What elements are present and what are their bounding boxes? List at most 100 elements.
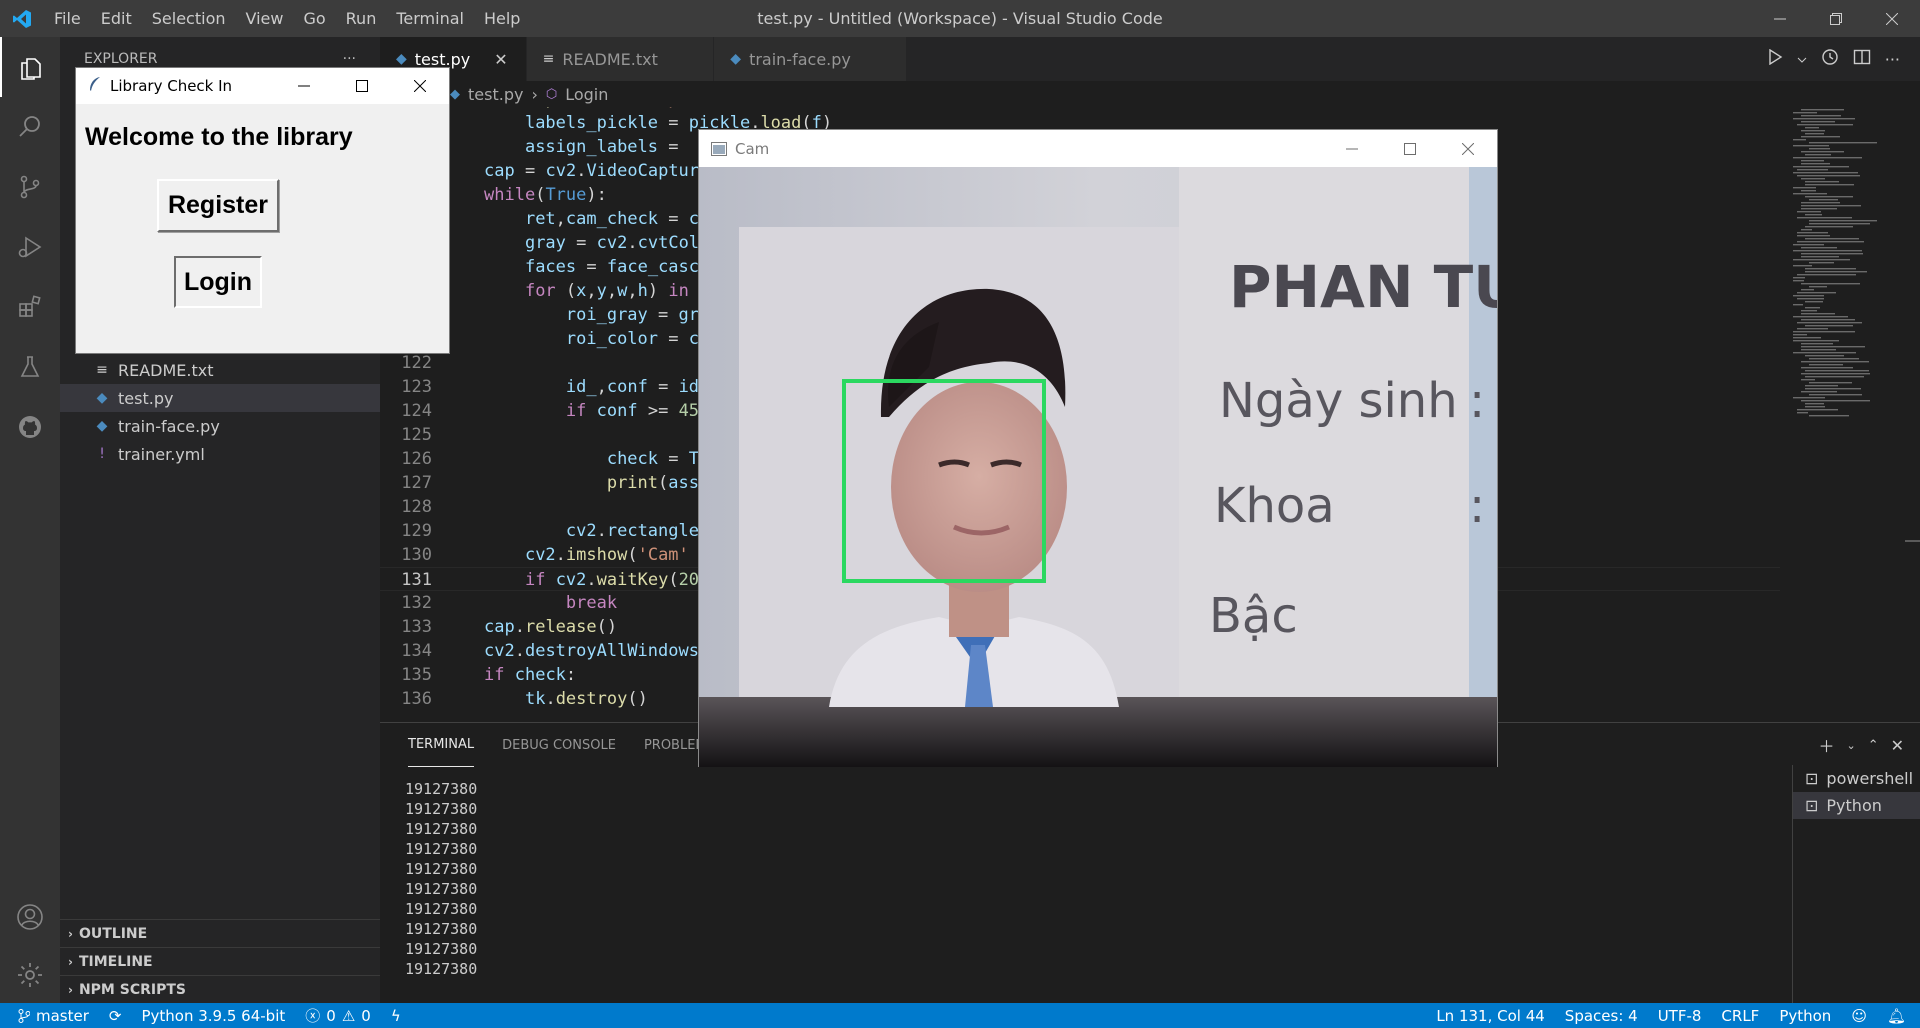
register-button[interactable]: Register [157, 179, 279, 232]
menu-item-terminal[interactable]: Terminal [386, 0, 474, 37]
tab-train-face-py[interactable]: ◆train-face.py✕ [714, 37, 908, 81]
minimize-icon[interactable] [1752, 0, 1808, 37]
terminal-name: Python [1826, 796, 1882, 815]
symbol-method-icon: ⬡ [545, 86, 558, 102]
lightning-icon[interactable]: ϟ [381, 1007, 411, 1025]
section-outline[interactable]: › OUTLINE [60, 919, 380, 947]
tab-README-txt[interactable]: ≡README.txt✕ [526, 37, 715, 81]
terminal-instance[interactable]: ⊡ Python [1793, 792, 1920, 819]
menu-item-help[interactable]: Help [474, 0, 530, 37]
code-text: with open('labels.pickle','rb') as f: [484, 107, 863, 109]
menu-item-go[interactable]: Go [293, 0, 335, 37]
minimap-line [1809, 199, 1838, 201]
close-icon[interactable] [1439, 130, 1497, 167]
minimap-line [1797, 298, 1824, 300]
file-item[interactable]: ! trainer.yml [60, 440, 380, 468]
library-window-title: Library Check In [110, 77, 233, 95]
line-ending[interactable]: CRLF [1711, 1007, 1769, 1025]
file-item[interactable]: ≡ README.txt [60, 356, 380, 384]
more-actions-icon[interactable]: ··· [343, 51, 356, 67]
timeline-history-icon[interactable] [1821, 48, 1839, 70]
indentation[interactable]: Spaces: 4 [1555, 1007, 1648, 1025]
section-timeline[interactable]: › TIMELINE [60, 947, 380, 975]
menu-item-selection[interactable]: Selection [142, 0, 236, 37]
more-actions-icon[interactable]: ··· [1885, 50, 1900, 69]
branch-status[interactable]: master [0, 1007, 99, 1025]
tab-label: train-face.py [749, 49, 851, 69]
cursor-position[interactable]: Ln 131, Col 44 [1426, 1007, 1554, 1025]
chevron-right-icon: › [68, 982, 73, 997]
minimap-line [1797, 322, 1862, 324]
menu-item-view[interactable]: View [236, 0, 294, 37]
minimap-line [1809, 286, 1827, 288]
maximize-icon[interactable] [1381, 130, 1439, 167]
language-mode[interactable]: Python [1769, 1007, 1841, 1025]
breadcrumb-file[interactable]: test.py [468, 85, 523, 104]
encoding[interactable]: UTF-8 [1648, 1007, 1712, 1025]
file-name: trainer.yml [118, 444, 205, 464]
minimap-line [1805, 385, 1838, 387]
feedback-icon[interactable]: ☺ [1841, 1007, 1877, 1025]
menu-item-edit[interactable]: Edit [91, 0, 142, 37]
section-npm-scripts[interactable]: › NPM SCRIPTS [60, 975, 380, 1003]
menu-item-run[interactable]: Run [336, 0, 387, 37]
login-button[interactable]: Login [174, 256, 262, 308]
terminal-icon: ⊡ [1805, 769, 1819, 788]
testing-flask-icon[interactable] [0, 337, 60, 397]
file-item[interactable]: ◆ train-face.py [60, 412, 380, 440]
yaml-file-icon: ! [99, 446, 105, 462]
terminal-line: 19127380 [405, 780, 478, 798]
source-control-icon[interactable] [0, 157, 60, 217]
search-icon[interactable] [0, 97, 60, 157]
sync-icon[interactable]: ⟳ [99, 1007, 132, 1025]
editor-scrollbar[interactable] [1905, 540, 1920, 542]
terminal-instance[interactable]: ⊡ powershell [1793, 765, 1920, 792]
new-terminal-icon[interactable]: ＋ [1818, 733, 1834, 757]
maximize-panel-icon[interactable]: ⌃ [1868, 738, 1879, 753]
terminal-output[interactable]: 19127380 19127380 19127380 19127380 19127380… [405, 779, 477, 979]
maximize-icon[interactable] [333, 68, 391, 104]
cam-window-controls [1323, 130, 1497, 167]
extensions-icon[interactable] [0, 277, 60, 337]
minimap-line [1809, 262, 1834, 264]
close-icon[interactable]: ✕ [494, 50, 507, 69]
breadcrumb-symbol[interactable]: Login [565, 85, 608, 104]
minimap-line [1793, 166, 1849, 168]
minimize-icon[interactable] [275, 68, 333, 104]
minimap[interactable] [1788, 107, 1908, 719]
notifications-bell-icon[interactable]: 🔔︎ [1877, 1007, 1920, 1025]
chevron-right-icon: › [531, 84, 538, 104]
explorer-icon[interactable] [0, 37, 60, 97]
menu-item-file[interactable]: File [44, 0, 91, 37]
minimap-line [1797, 211, 1821, 213]
file-item[interactable]: ◆ test.py [60, 384, 380, 412]
minimap-line [1793, 250, 1862, 252]
minimap-line [1801, 178, 1825, 180]
panel-tab-terminal[interactable]: TERMINAL [408, 723, 475, 767]
minimize-icon[interactable] [1323, 130, 1381, 167]
cam-window: Cam PHAN TƯ Ngày sinh: Khoa: Bậc [698, 129, 1498, 767]
run-debug-icon[interactable] [0, 217, 60, 277]
restore-icon[interactable] [1808, 0, 1864, 37]
settings-gear-icon[interactable] [0, 945, 60, 1005]
editor-tabs: ◆test.py✕≡README.txt✕◆train-face.py✕ ··· [380, 37, 1920, 81]
run-python-icon[interactable] [1767, 48, 1783, 69]
tab-label: README.txt [562, 49, 658, 69]
account-icon[interactable] [0, 887, 60, 947]
minimap-line [1809, 142, 1877, 144]
terminal-line: 19127380 [405, 880, 478, 898]
breadcrumb: ◆ test.py › ⬡ Login [380, 81, 1920, 107]
split-editor-icon[interactable] [1853, 48, 1871, 70]
minimap-line [1805, 355, 1844, 357]
github-icon[interactable] [0, 397, 60, 457]
vscode-window: File Edit Selection View Go Run Terminal Help t… [0, 0, 1920, 1028]
chevron-down-icon[interactable]: ⌄ [1846, 739, 1855, 752]
close-icon[interactable] [1864, 0, 1920, 37]
problems-status[interactable]: ⓧ 0 ⚠ 0 [295, 1005, 381, 1026]
panel-tab-debug-console[interactable]: DEBUG CONSOLE [502, 723, 616, 767]
minimap-line [1801, 313, 1835, 315]
chevron-down-icon[interactable] [1797, 50, 1807, 69]
close-icon[interactable] [391, 68, 449, 104]
interpreter-status[interactable]: Python 3.9.5 64-bit [131, 1007, 295, 1025]
close-panel-icon[interactable]: ✕ [1891, 736, 1904, 755]
